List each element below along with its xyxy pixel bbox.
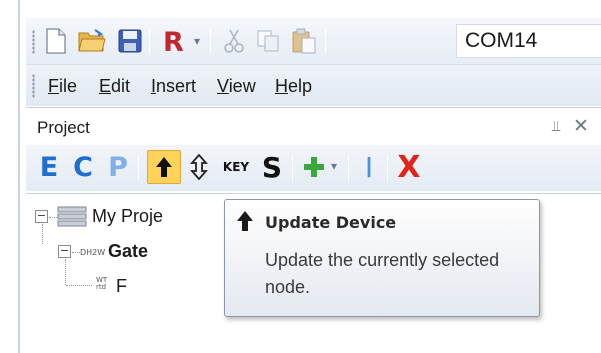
add-dropdown-icon[interactable]: ▾: [331, 159, 337, 173]
menu-view-label: iew: [228, 76, 256, 96]
child-node-icon: WT rtd: [96, 277, 107, 291]
menu-file-mnemonic: F: [48, 76, 59, 96]
c-button[interactable]: C: [70, 150, 96, 184]
svg-text:R: R: [163, 27, 184, 55]
menubar-grip[interactable]: [32, 74, 35, 98]
r-dropdown-icon[interactable]: ▾: [194, 34, 200, 48]
key-button[interactable]: KEY: [218, 150, 254, 184]
main-toolbar: R ▾ COM14: [26, 18, 601, 64]
p-button[interactable]: P: [105, 150, 131, 184]
menu-view[interactable]: View: [217, 76, 256, 97]
panel-title: Project: [37, 118, 90, 137]
menu-edit-mnemonic: E: [99, 76, 112, 96]
s-button[interactable]: S: [258, 150, 286, 184]
copy-icon[interactable]: [252, 25, 284, 57]
menu-help-label: elp: [288, 76, 313, 96]
project-panel-header: Project ⫫ ✕: [26, 107, 601, 145]
r-icon[interactable]: R: [158, 25, 190, 57]
menu-file-label: ile: [59, 76, 78, 96]
menu-insert[interactable]: Insert: [151, 76, 196, 97]
project-toolbar: E C P KEY S ▾ I X: [26, 145, 601, 191]
new-file-icon[interactable]: [40, 25, 72, 57]
menu-file[interactable]: File: [48, 76, 77, 97]
close-panel-icon[interactable]: ✕: [573, 115, 589, 137]
up-arrow-icon: [235, 209, 255, 237]
up-down-arrow-icon: [190, 154, 208, 180]
com-port-field[interactable]: COM14: [456, 24, 601, 58]
x-delete-button[interactable]: X: [394, 150, 424, 185]
tooltip-body: Update the currently selected node.: [265, 250, 500, 297]
pin-icon[interactable]: ⫫: [552, 117, 560, 135]
update-device-tooltip: Update Device Update the currently selec…: [224, 199, 540, 317]
menu-view-mnemonic: V: [217, 76, 229, 96]
menu-bar: File Edit Insert View Help: [26, 64, 601, 106]
gateway-node-label[interactable]: Gate: [108, 241, 148, 262]
save-icon[interactable]: [114, 25, 146, 57]
child-node-label[interactable]: F: [116, 276, 127, 297]
menu-help[interactable]: Help: [275, 76, 312, 97]
menu-insert-label: nsert: [156, 76, 197, 96]
add-button[interactable]: [300, 150, 328, 184]
gateway-tag-icon: DH2W: [80, 248, 106, 257]
root-node-label[interactable]: My Proje: [92, 206, 163, 227]
tooltip-title: Update Device: [265, 213, 397, 232]
menu-edit[interactable]: Edit: [99, 76, 130, 97]
left-dock-edge: [0, 0, 26, 353]
gateway-collapse-toggle[interactable]: −: [58, 245, 71, 258]
plus-icon: [304, 157, 324, 177]
paste-icon[interactable]: [288, 25, 320, 57]
e-button[interactable]: E: [36, 150, 62, 184]
up-arrow-icon: [156, 157, 172, 177]
toolbar-grip[interactable]: [32, 30, 35, 54]
menu-edit-label: dit: [111, 76, 131, 96]
root-node-icon: [57, 206, 87, 232]
root-collapse-toggle[interactable]: −: [35, 210, 48, 223]
app-window: R ▾ COM14 File Edit Insert View Help Pro…: [0, 0, 601, 353]
open-folder-icon[interactable]: [76, 25, 108, 57]
child-tag-bottom: rtd: [96, 283, 107, 291]
i-button[interactable]: I: [359, 150, 379, 184]
update-device-button[interactable]: [147, 150, 181, 184]
menu-help-mnemonic: H: [275, 76, 288, 96]
update-up-down-button[interactable]: [186, 150, 212, 184]
cut-icon[interactable]: [218, 25, 250, 57]
